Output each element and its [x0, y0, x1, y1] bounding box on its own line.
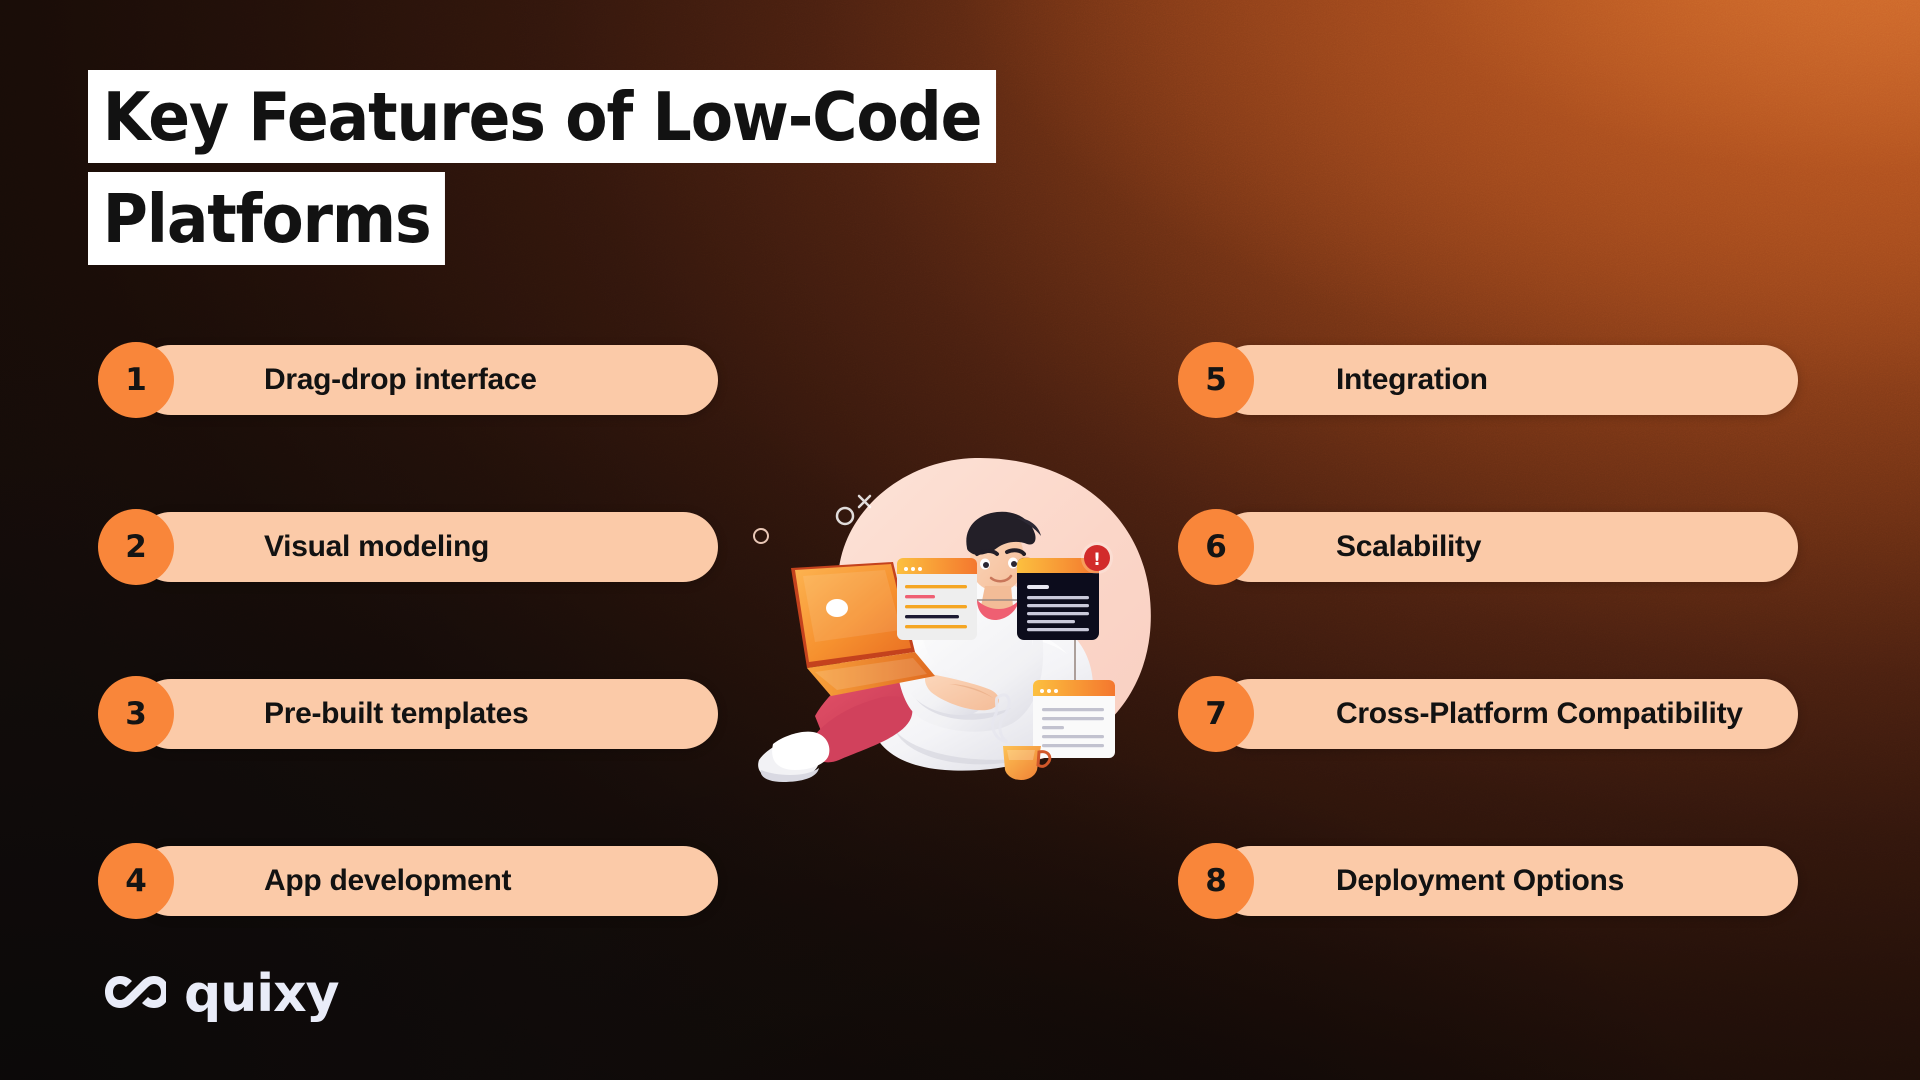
- page-title-line-2: Platforms: [88, 172, 446, 265]
- brand-name: quixy: [184, 964, 340, 1024]
- alert-badge-label: !: [1093, 550, 1101, 570]
- ui-window-card-light: [897, 558, 977, 640]
- feature-label: Integration: [1336, 363, 1488, 396]
- feature-item[interactable]: 2 Visual modeling: [98, 509, 718, 585]
- feature-list-left: 1 Drag-drop interface 2 Visual modeling …: [98, 342, 718, 919]
- feature-number-badge: 6: [1178, 509, 1254, 585]
- page-title-line-1: Key Features of Low-Code: [88, 70, 997, 163]
- feature-number-badge: 1: [98, 342, 174, 418]
- feature-number-badge: 8: [1178, 843, 1254, 919]
- feature-label: Cross-Platform Compatibility: [1336, 697, 1743, 730]
- page-title: Key Features of Low-Code Platforms: [88, 70, 1075, 265]
- feature-item[interactable]: 6 Scalability: [1178, 509, 1798, 585]
- feature-label: Pre-built templates: [264, 697, 529, 730]
- feature-item[interactable]: 5 Integration: [1178, 342, 1798, 418]
- feature-label: Drag-drop interface: [264, 363, 537, 396]
- illustration-svg: !: [753, 457, 1151, 782]
- feature-number-badge: 3: [98, 676, 174, 752]
- feature-number-badge: 5: [1178, 342, 1254, 418]
- feature-number-badge: 4: [98, 843, 174, 919]
- feature-pill-background: [1216, 345, 1798, 415]
- feature-label: App development: [264, 864, 512, 897]
- ui-window-card-dark: [1017, 558, 1099, 640]
- ui-window-card-light-lower: [1033, 680, 1115, 758]
- feature-item[interactable]: 7 Cross-Platform Compatibility: [1178, 676, 1798, 752]
- interlocking-loops-icon: [105, 976, 166, 1008]
- feature-pill-background: [1216, 512, 1798, 582]
- feature-item[interactable]: 4 App development: [98, 843, 718, 919]
- feature-label: Deployment Options: [1336, 864, 1624, 897]
- feature-list-right: 5 Integration 6 Scalability 7 Cross-Plat…: [1178, 342, 1798, 919]
- feature-number-badge: 7: [1178, 676, 1254, 752]
- feature-label: Scalability: [1336, 530, 1482, 563]
- feature-item[interactable]: 1 Drag-drop interface: [98, 342, 718, 418]
- hero-illustration: !: [745, 430, 1185, 820]
- feature-number-badge: 2: [98, 509, 174, 585]
- feature-item[interactable]: 8 Deployment Options: [1178, 843, 1798, 919]
- feature-item[interactable]: 3 Pre-built templates: [98, 676, 718, 752]
- alert-badge: !: [1081, 542, 1113, 574]
- feature-label: Visual modeling: [264, 530, 489, 563]
- brand-logo[interactable]: quixy: [104, 964, 340, 1024]
- person-shoes: [758, 731, 830, 782]
